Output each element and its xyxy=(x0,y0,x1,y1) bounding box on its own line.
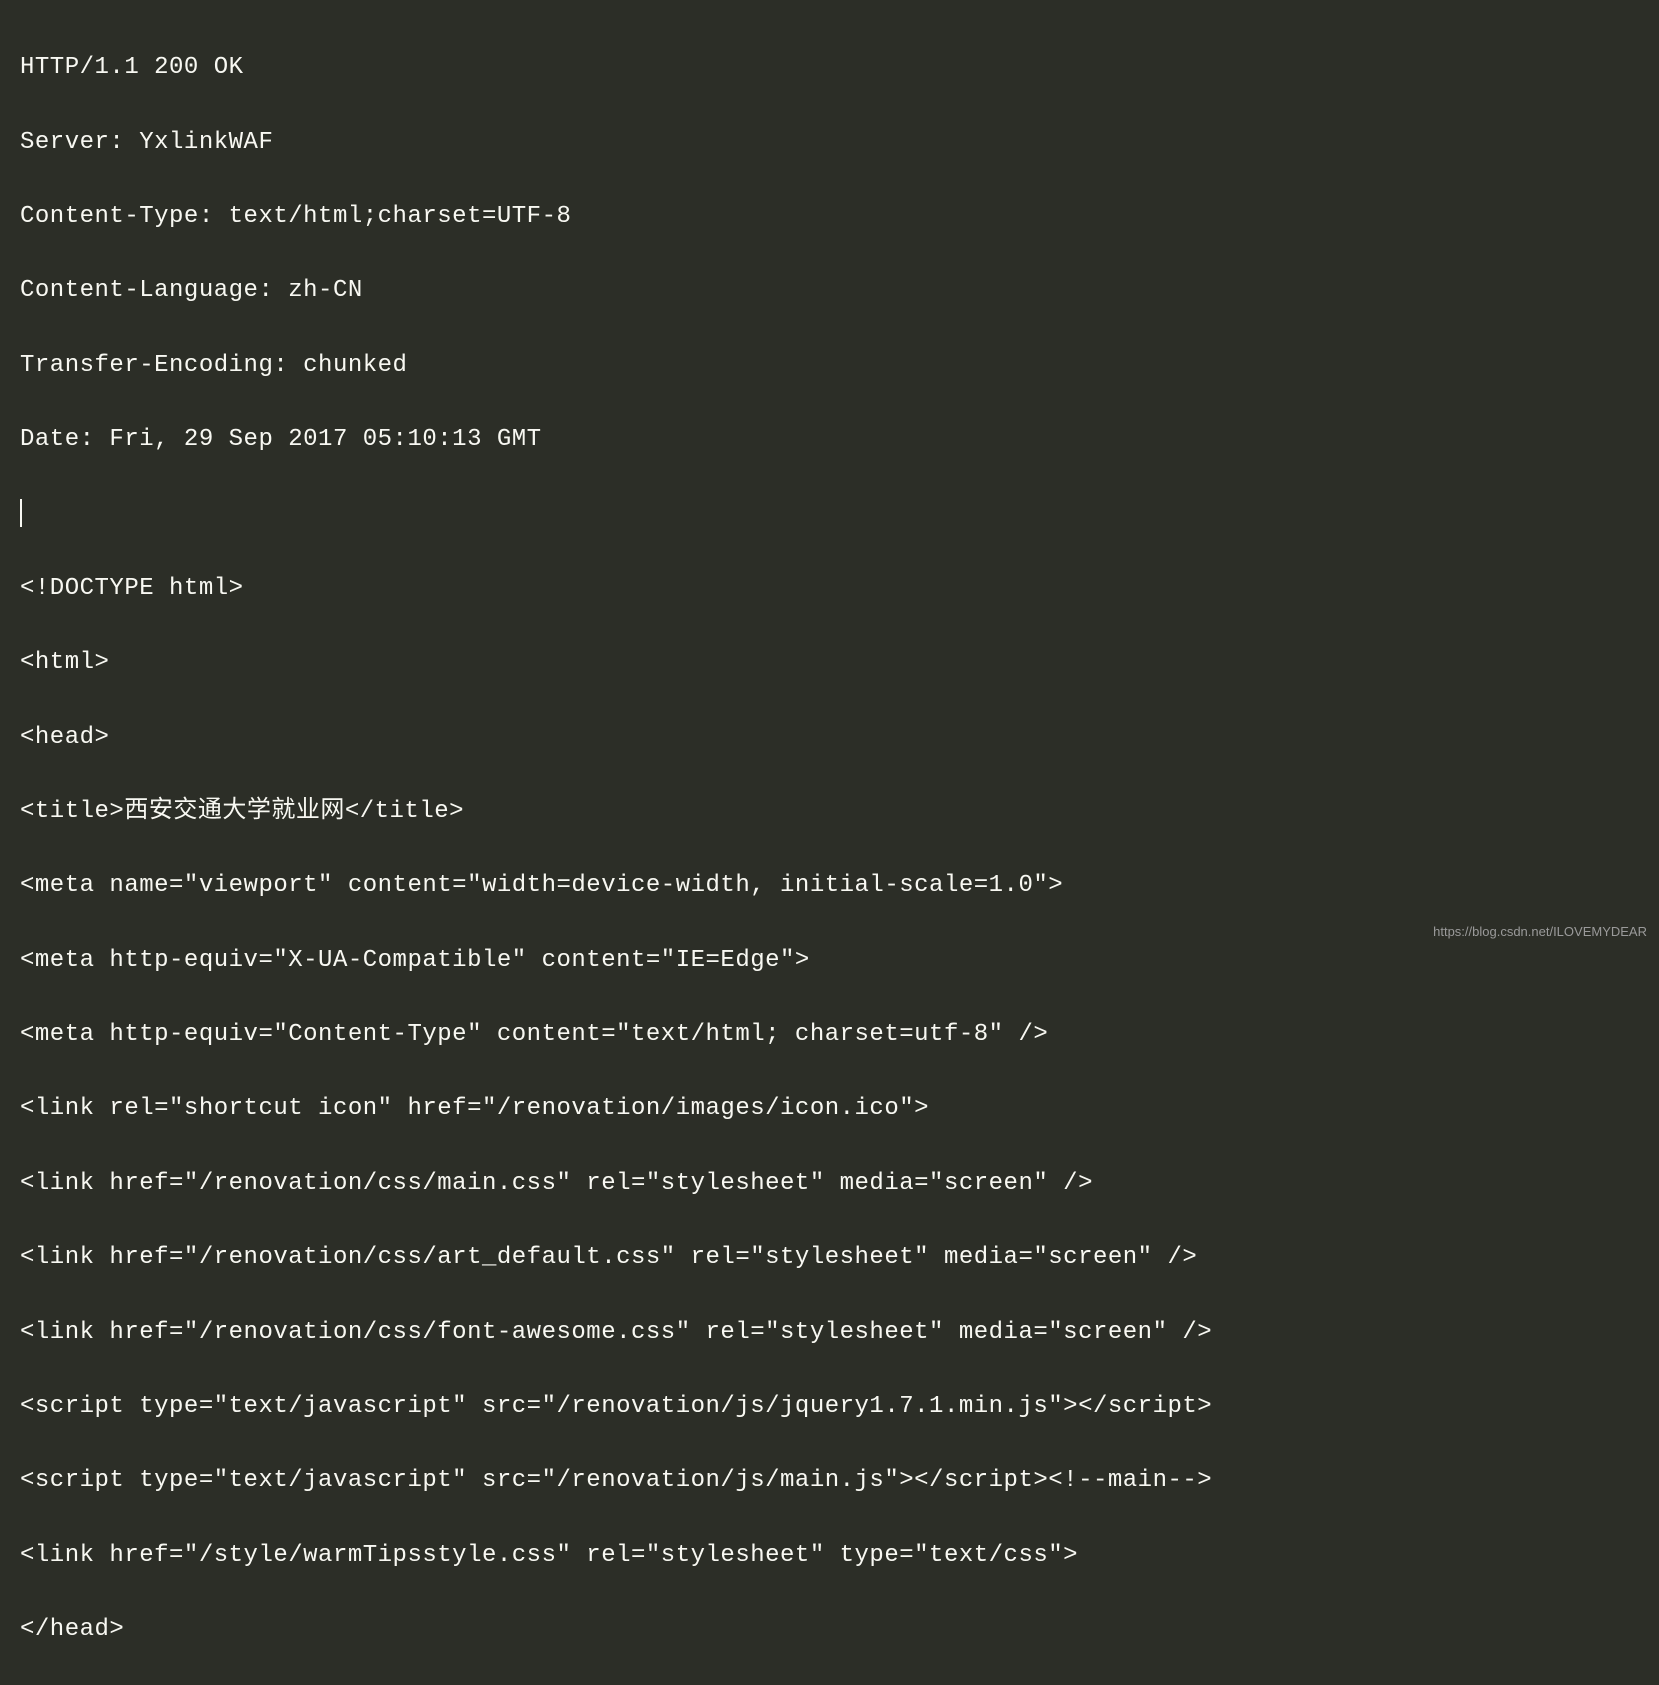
meta-xua-compatible: <meta http-equiv="X-UA-Compatible" conte… xyxy=(20,942,1639,979)
title-tag: <title>西安交通大学就业网</title> xyxy=(20,793,1639,830)
header-transfer-encoding: Transfer-Encoding: chunked xyxy=(20,347,1639,384)
link-main-css: <link href="/renovation/css/main.css" re… xyxy=(20,1165,1639,1202)
link-shortcut-icon: <link rel="shortcut icon" href="/renovat… xyxy=(20,1090,1639,1127)
script-jquery: <script type="text/javascript" src="/ren… xyxy=(20,1388,1639,1425)
header-content-language: Content-Language: zh-CN xyxy=(20,272,1639,309)
meta-content-type: <meta http-equiv="Content-Type" content=… xyxy=(20,1016,1639,1053)
header-server: Server: YxlinkWAF xyxy=(20,124,1639,161)
http-status-line: HTTP/1.1 200 OK xyxy=(20,49,1639,86)
meta-viewport: <meta name="viewport" content="width=dev… xyxy=(20,867,1639,904)
html-doctype: <!DOCTYPE html> xyxy=(20,570,1639,607)
head-open-tag: <head> xyxy=(20,719,1639,756)
header-content-type: Content-Type: text/html;charset=UTF-8 xyxy=(20,198,1639,235)
text-cursor xyxy=(20,499,22,528)
link-art-default-css: <link href="/renovation/css/art_default.… xyxy=(20,1239,1639,1276)
http-response-viewer: HTTP/1.1 200 OK Server: YxlinkWAF Conten… xyxy=(20,12,1639,1685)
script-main: <script type="text/javascript" src="/ren… xyxy=(20,1462,1639,1499)
link-font-awesome-css: <link href="/renovation/css/font-awesome… xyxy=(20,1314,1639,1351)
head-close-tag: </head> xyxy=(20,1611,1639,1648)
empty-line-cursor xyxy=(20,495,1639,532)
header-date: Date: Fri, 29 Sep 2017 05:10:13 GMT xyxy=(20,421,1639,458)
html-open-tag: <html> xyxy=(20,644,1639,681)
link-warmtips-css: <link href="/style/warmTipsstyle.css" re… xyxy=(20,1537,1639,1574)
watermark-text: https://blog.csdn.net/ILOVEMYDEAR xyxy=(1433,922,1647,942)
